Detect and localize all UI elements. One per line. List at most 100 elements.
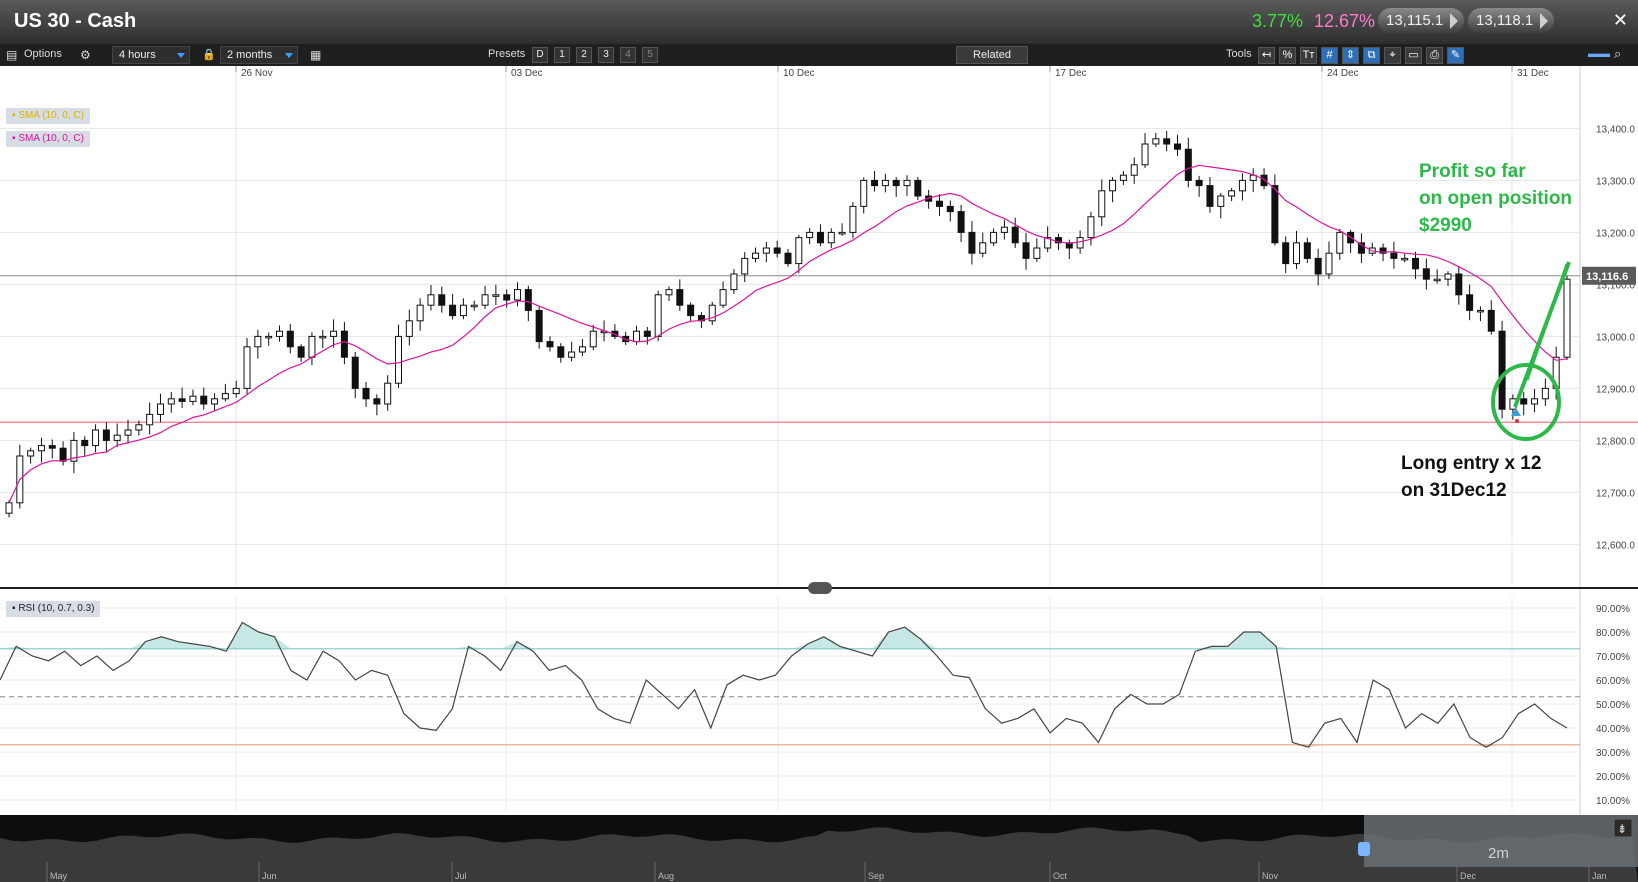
candle-body (773, 247, 781, 254)
candle-body (373, 398, 381, 405)
candle-body (1314, 257, 1322, 275)
candle-body (546, 341, 554, 348)
candle-body (946, 205, 954, 213)
candle-body (730, 273, 738, 291)
navigator-window-label: 2m (1488, 845, 1509, 862)
candle-body (676, 289, 684, 306)
candle-body (1000, 226, 1008, 233)
candle-body (167, 398, 175, 405)
x-tick-label: 10 Dec (783, 68, 815, 79)
navigator-tick-label: Nov (1262, 871, 1279, 881)
candle-body (1141, 143, 1149, 166)
candle-body (427, 294, 435, 306)
candle-body (535, 309, 543, 343)
candle-body (1498, 330, 1506, 410)
last-price-text: 13,116.6 (1586, 271, 1628, 283)
candle-body (1087, 216, 1095, 239)
candle-body (957, 211, 965, 233)
candle-body (156, 403, 164, 415)
candle-body (102, 429, 110, 441)
rsi-y-tick-label: 30.00% (1596, 748, 1630, 759)
candle-body (914, 179, 922, 197)
candle-body (860, 179, 868, 207)
panel-resize-handle (808, 582, 832, 594)
navigator-tick-label: Jan (1592, 871, 1607, 881)
candle-body (806, 231, 814, 239)
candle-body (59, 447, 67, 462)
candle-body (838, 231, 846, 235)
rsi-y-tick-label: 40.00% (1596, 724, 1630, 735)
candle-body (795, 237, 803, 265)
candle-body (849, 205, 857, 233)
x-tick-label: 03 Dec (511, 68, 543, 79)
candle-body (221, 393, 229, 400)
candle-body (643, 330, 651, 337)
candle-body (200, 395, 208, 405)
candle-body (351, 356, 359, 389)
navigator-tick-label: Jun (262, 871, 277, 881)
rsi-y-tick-label: 10.00% (1596, 796, 1630, 807)
candle-body (578, 346, 586, 353)
candle-body (1206, 185, 1214, 207)
candle-body (27, 450, 35, 457)
candle-body (48, 445, 56, 449)
legend-sma-2-label: SMA (10, 0, C) (18, 133, 84, 144)
candle-body (81, 439, 89, 447)
candle-body (1260, 174, 1268, 187)
candle-body (286, 330, 294, 348)
candle-body (265, 335, 273, 339)
candle-body (275, 330, 283, 337)
download-icon: ⇟ (1617, 822, 1627, 836)
rsi-y-tick-label: 20.00% (1596, 772, 1630, 783)
candle-body (254, 335, 262, 348)
candle-body (1076, 237, 1084, 249)
candle-body (524, 289, 532, 311)
price-panel-bg (0, 66, 1638, 586)
candle-body (1336, 231, 1344, 254)
candle-body (741, 257, 749, 275)
candle-body (308, 335, 316, 358)
candle-body (762, 247, 770, 254)
candle-body (1433, 278, 1441, 282)
candle-body (1476, 309, 1484, 313)
candle-body (1444, 273, 1452, 280)
y-tick-label: 12,600.0 (1596, 540, 1635, 551)
rsi-overbought-fill (872, 632, 889, 649)
y-tick-label: 13,300.0 (1596, 176, 1635, 187)
candle-body (1184, 148, 1192, 181)
rsi-y-tick-label: 70.00% (1596, 652, 1630, 663)
rsi-y-tick-label: 50.00% (1596, 700, 1630, 711)
navigator-tick-label: Sep (868, 871, 884, 881)
candle-body (124, 429, 132, 436)
candle-body (1098, 190, 1106, 218)
navigator-tick-label: Jul (455, 871, 467, 881)
candle-body (514, 289, 522, 301)
entry-dot (1515, 419, 1519, 423)
candle-body (1390, 252, 1398, 259)
candle-body (178, 398, 186, 402)
candle-body (113, 434, 121, 441)
candle-body (492, 294, 500, 297)
legend-rsi[interactable]: ▪ RSI (10, 0.7, 0.3) (6, 601, 101, 617)
candle-body (232, 387, 240, 395)
candle-body (1455, 273, 1463, 296)
candle-body (1022, 242, 1030, 259)
candle-body (1011, 226, 1019, 244)
legend-sma-2[interactable]: ▪ SMA (10, 0, C) (6, 131, 90, 147)
candle-body (687, 304, 695, 317)
legend-sma-1[interactable]: ▪ SMA (10, 0, C) (6, 108, 90, 124)
legend-sma-1-label: SMA (10, 0, C) (18, 110, 84, 121)
candle-body (1130, 164, 1138, 176)
candle-body (1466, 294, 1474, 311)
candle-body (1033, 247, 1041, 259)
candle-body (416, 304, 424, 322)
y-tick-label: 12,800.0 (1596, 436, 1635, 447)
candle-body (1401, 257, 1409, 261)
rsi-grid (0, 596, 1580, 812)
candle-body (1228, 190, 1236, 197)
candle-body (1282, 242, 1290, 265)
candle-body (503, 294, 511, 301)
candle-body (37, 445, 45, 452)
candle-body (557, 346, 565, 358)
last-price-label: 13,116.6 (1582, 266, 1636, 285)
